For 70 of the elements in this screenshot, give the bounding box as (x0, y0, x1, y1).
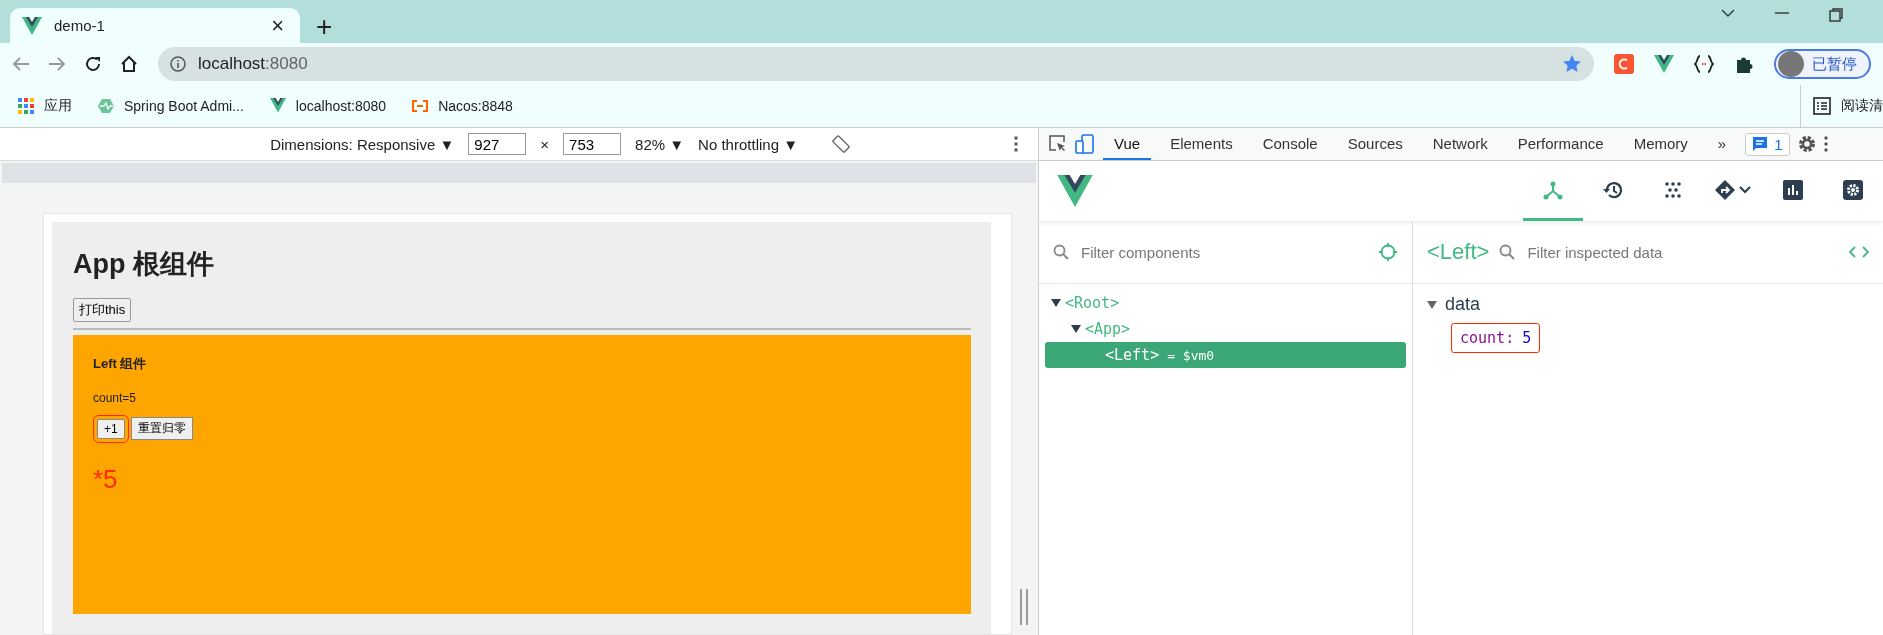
component-heading: Left 组件 (93, 355, 148, 373)
forward-icon[interactable] (48, 56, 66, 72)
address-bar[interactable]: localhost:8080 (158, 47, 1594, 81)
direction-sign-icon[interactable] (1714, 178, 1752, 201)
rotate-icon[interactable] (832, 135, 850, 153)
message-icon (1752, 136, 1769, 152)
devtools-tab[interactable]: Sources (1336, 128, 1414, 160)
browser-tab[interactable]: demo-1 × (10, 8, 300, 43)
tab-title: demo-1 (54, 17, 106, 34)
braces-icon[interactable] (1694, 55, 1714, 73)
home-icon[interactable] (120, 55, 138, 73)
c-extension-icon[interactable] (1614, 54, 1634, 74)
count-text: count=5 (93, 391, 138, 405)
info-icon (170, 56, 186, 72)
bookmark[interactable]: Nacos:8848 (412, 98, 513, 114)
resize-handle[interactable] (1020, 589, 1028, 625)
bar-chart-icon[interactable] (1782, 178, 1804, 201)
bracket-logo-icon (412, 98, 429, 114)
more-vertical-icon[interactable] (1014, 136, 1018, 152)
devtools-tab[interactable]: Vue (1103, 128, 1152, 160)
device-toggle-icon[interactable] (1075, 134, 1095, 154)
search-icon (1499, 244, 1516, 260)
search-icon (1053, 244, 1069, 260)
chevron-down-icon[interactable] (1721, 8, 1735, 18)
list-icon (1813, 97, 1831, 115)
star-icon[interactable] (1562, 54, 1582, 74)
width-field[interactable]: 927 (468, 133, 527, 155)
bookmark[interactable]: localhost:8080 (269, 98, 387, 114)
throttling-dropdown[interactable]: No throttling ▼ (698, 135, 798, 153)
settings-icon[interactable] (1797, 135, 1816, 153)
settings-icon[interactable] (1842, 178, 1864, 201)
vue-logo-icon (22, 16, 42, 35)
annotation-text: *5 (93, 464, 119, 495)
more-vertical-icon[interactable] (1823, 136, 1828, 152)
action-button[interactable]: 重置归零 (130, 417, 193, 440)
devtools-tab[interactable]: Memory (1622, 128, 1699, 160)
profile-button[interactable]: 已暂停 (1774, 49, 1871, 79)
apps-grid-icon (18, 98, 34, 114)
reading-list-button[interactable]: 阅读清 (1800, 85, 1883, 127)
page-heading: App 根组件 (73, 248, 215, 281)
zoom-dropdown[interactable]: 82% ▼ (635, 135, 685, 153)
restore-icon[interactable] (1829, 8, 1843, 22)
back-icon[interactable] (12, 56, 30, 72)
vue-logo-icon (269, 98, 286, 114)
section-header[interactable]: data (1427, 294, 1869, 315)
devtools-tab[interactable]: Performance (1506, 128, 1615, 160)
url-text: localhost:8080 (198, 54, 309, 74)
height-field[interactable]: 753 (563, 133, 622, 155)
inspect-icon[interactable] (1049, 135, 1067, 153)
reload-icon[interactable] (84, 55, 102, 73)
inspect-filter-field[interactable]: Filter inspected data (1525, 242, 1839, 262)
vue-logo-icon (1057, 175, 1093, 207)
devtools-tab[interactable]: Elements (1159, 128, 1244, 160)
bookmark[interactable]: 应用 (18, 97, 72, 115)
issues-button[interactable]: 1 (1745, 132, 1790, 156)
vue-devtools-icon[interactable] (1654, 55, 1674, 73)
new-tab-button[interactable]: + (310, 13, 339, 41)
close-tab-button[interactable]: × (267, 14, 288, 37)
filter-field[interactable]: Filter components (1079, 242, 1368, 262)
more-tabs-button[interactable]: » (1706, 128, 1738, 160)
dimensions-dropdown[interactable]: Dimensions: Responsive ▼ (270, 135, 455, 153)
avatar (1778, 51, 1804, 77)
print-button[interactable]: 打印this (73, 298, 132, 322)
component-name: <Left> (1427, 239, 1490, 265)
bookmark[interactable]: Spring Boot Admi... (98, 98, 244, 114)
hexagon-pulse-icon (98, 98, 114, 114)
devtools-tab[interactable]: Network (1421, 128, 1499, 160)
data-field: count: 5 (1451, 323, 1541, 353)
devtools-tab[interactable]: Console (1251, 128, 1329, 160)
times-sign: × (540, 135, 550, 153)
